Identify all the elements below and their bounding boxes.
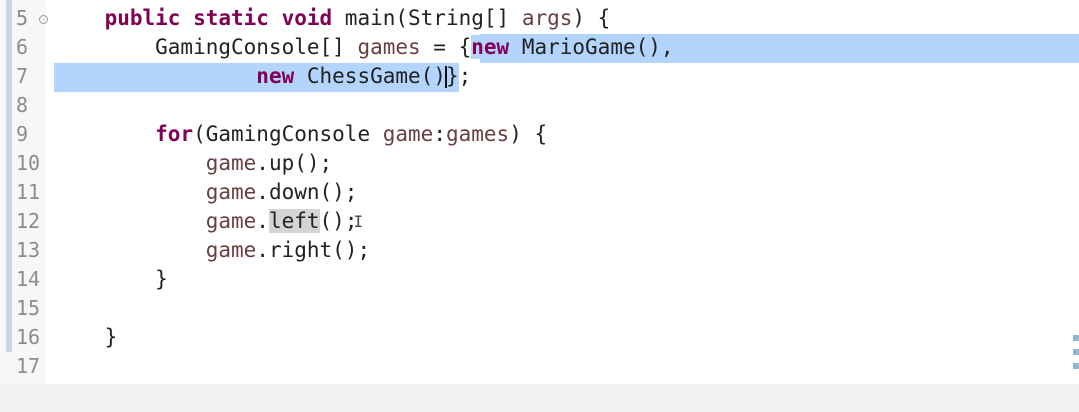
code-token: : [433,122,446,146]
line-number: 13 [16,238,41,262]
code-token: games [357,35,421,59]
code-text[interactable]: } [54,265,168,294]
code-token: GamingConsole[] [54,35,358,59]
code-token [54,64,257,88]
overview-ruler-markers[interactable] [1073,335,1079,385]
code-token: . [256,209,269,233]
code-line[interactable]: 5- public static void main(String[] args… [0,4,1079,33]
code-text[interactable]: } [54,323,118,352]
code-line[interactable]: 17 [0,352,1079,381]
code-token: public static void [104,6,333,30]
code-token: left [268,209,320,233]
code-line[interactable]: 12 game.left();I [0,207,1079,236]
code-text[interactable]: game.left();I [54,207,363,236]
line-number: 7 [16,64,29,88]
code-token: } [54,325,118,349]
editor-footer-strip [0,384,1079,412]
line-number: 12 [16,209,41,233]
line-number: 6 [16,35,29,59]
code-text[interactable]: game.down(); [54,178,358,207]
code-token: game [205,151,257,175]
code-token: new [471,35,510,59]
code-line[interactable]: 7 new ChessGame()}; [0,62,1079,91]
ibeam-cursor-icon: I [353,212,364,231]
code-text[interactable]: for(GamingConsole game:games) { [54,120,547,149]
code-token: ) { [509,122,548,146]
code-token: (GamingConsole [193,122,383,146]
overview-marker[interactable] [1073,349,1079,355]
code-token: ) { [572,6,611,30]
code-token: (); [319,209,358,233]
code-line[interactable]: 15 [0,294,1079,323]
line-number: 9 [16,122,29,146]
code-line[interactable]: 11 game.down(); [0,178,1079,207]
code-line[interactable]: 6 GamingConsole[] games = {new MarioGame… [0,33,1079,62]
code-token: ChessGame() [294,64,446,88]
code-token: game [382,122,434,146]
code-token: .up(); [256,151,333,175]
code-line[interactable]: 8 [0,91,1079,120]
line-number: 17 [16,354,41,378]
code-token: game [205,209,257,233]
code-token: new [256,64,295,88]
code-line[interactable]: 10 game.up(); [0,149,1079,178]
code-line[interactable]: 14 } [0,265,1079,294]
code-line[interactable]: 16 } [0,323,1079,352]
code-token: args [521,6,573,30]
code-token: games [445,122,510,146]
code-token: game [205,238,257,262]
line-number: 16 [16,325,41,349]
code-token: .down(); [256,180,358,204]
code-token: }; [445,64,472,88]
code-text[interactable]: public static void main(String[] args) { [54,4,611,33]
fold-toggle-icon[interactable]: - [39,15,48,24]
line-number: 8 [16,93,29,117]
code-line[interactable]: 9 for(GamingConsole game:games) { [0,120,1079,149]
code-token: MarioGame(), [509,35,674,59]
code-editor[interactable]: 5- public static void main(String[] args… [0,0,1079,412]
code-token: .right(); [256,238,371,262]
code-token: for [155,122,194,146]
code-text[interactable]: game.right(); [54,236,370,265]
overview-marker[interactable] [1073,363,1079,369]
code-line[interactable]: 13 game.right(); [0,236,1079,265]
code-text[interactable]: new ChessGame()}; [54,62,471,91]
line-number: 15 [16,296,41,320]
code-token: main(String[] [332,6,522,30]
line-number: 14 [16,267,41,291]
code-text[interactable]: GamingConsole[] games = {new MarioGame()… [54,33,674,62]
line-number: 10 [16,151,41,175]
code-token: game [205,180,257,204]
code-token: } [54,267,168,291]
code-token: = { [420,35,472,59]
code-text[interactable]: game.up(); [54,149,332,178]
line-number: 11 [16,180,41,204]
overview-marker[interactable] [1073,335,1079,341]
